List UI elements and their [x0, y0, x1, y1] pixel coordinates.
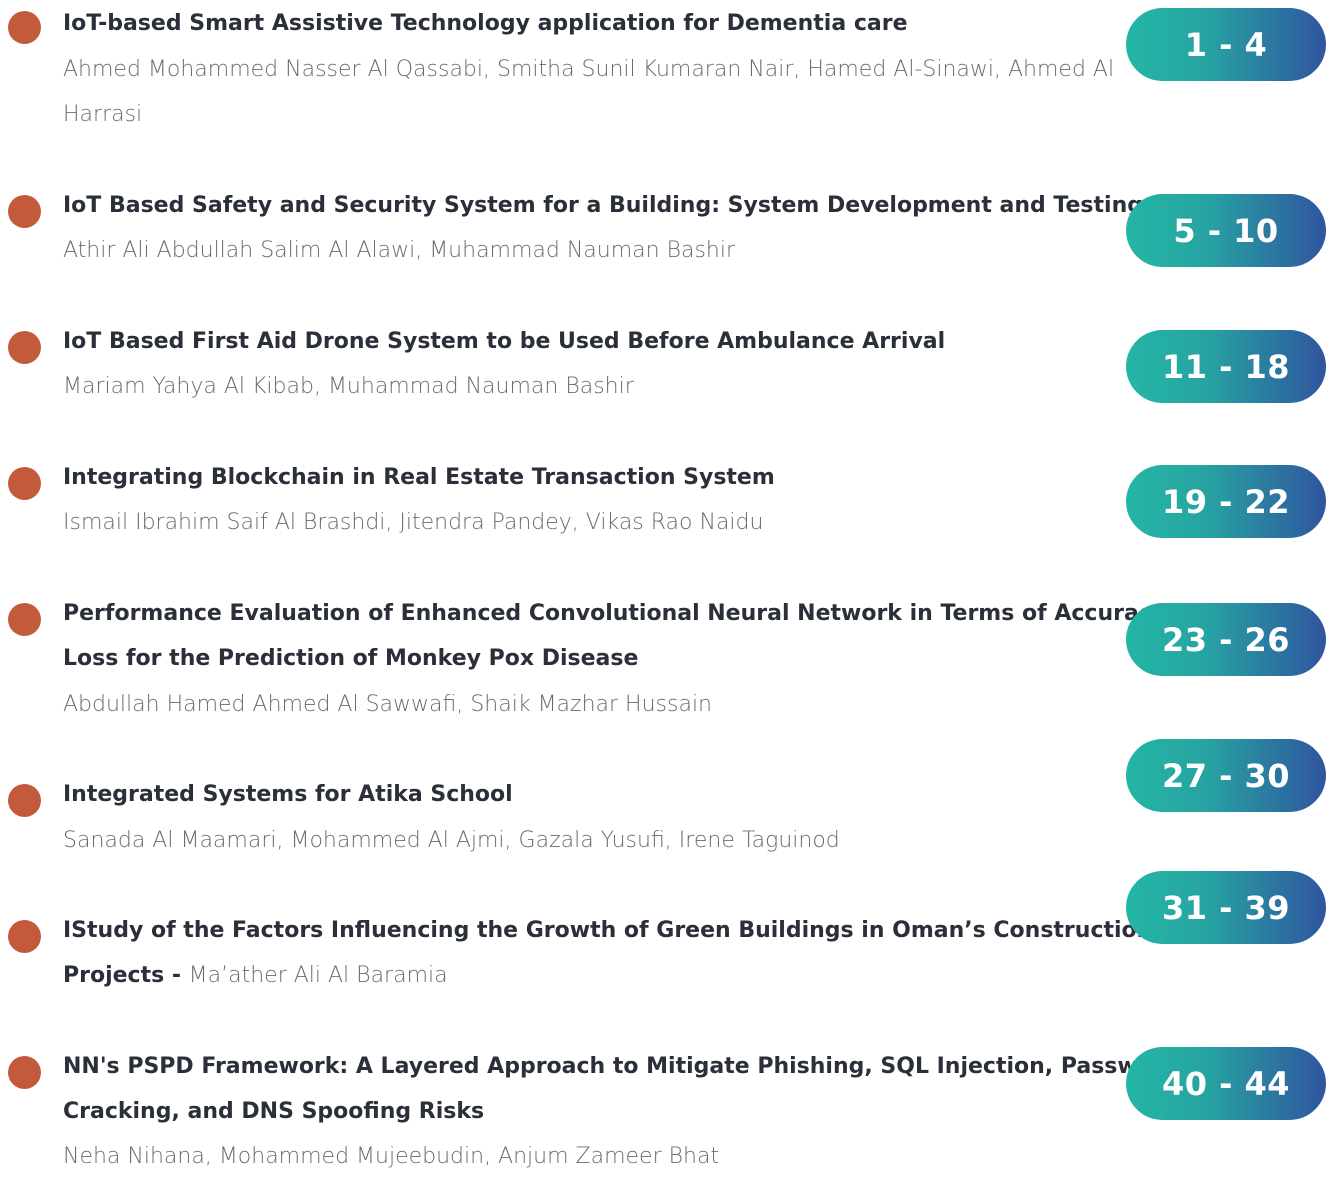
paper-title[interactable]: IoT Based Safety and Security System for…: [63, 183, 1143, 228]
paper-authors: Athir Ali Abdullah Salim Al Alawi, Muham…: [63, 238, 736, 263]
page-range-badge[interactable]: 23 - 26: [1126, 603, 1326, 676]
paper-title-continued[interactable]: Cracking, and DNS Spoofing Risks: [63, 1089, 1123, 1134]
paper-authors: Sanada Al Maamari, Mohammed Al Ajmi, Gaz…: [63, 828, 840, 853]
paper-title[interactable]: Integrating Blockchain in Real Estate Tr…: [63, 455, 1123, 500]
paper-title-tail[interactable]: Projects -: [63, 963, 189, 988]
page-range-badge[interactable]: 19 - 22: [1126, 465, 1326, 538]
paper-title[interactable]: Performance Evaluation of Enhanced Convo…: [63, 591, 1220, 636]
bullet-icon: [8, 603, 41, 636]
page-range-badge[interactable]: 40 - 44: [1126, 1047, 1326, 1120]
paper-authors: Ismail Ibrahim Saif Al Brashdi, Jitendra…: [63, 510, 764, 535]
paper-title-continued[interactable]: Projects - Ma’ather Ali Al Baramia: [63, 953, 1123, 998]
page-range-badge[interactable]: 11 - 18: [1126, 330, 1326, 403]
bullet-icon: [8, 467, 41, 500]
bullet-icon: [8, 784, 41, 817]
paper-authors: Ma’ather Ali Al Baramia: [188, 963, 448, 988]
page-range-badge[interactable]: 31 - 39: [1126, 871, 1326, 944]
bullet-icon: [8, 1056, 41, 1089]
paper-authors: Abdullah Hamed Ahmed Al Sawwafi, Shaik M…: [63, 692, 712, 717]
page-range-badge[interactable]: 1 - 4: [1126, 8, 1326, 81]
bullet-icon: [8, 331, 41, 364]
paper-title[interactable]: Integrated Systems for Atika School: [63, 772, 1123, 817]
page-range-badge[interactable]: 27 - 30: [1126, 739, 1326, 812]
paper-title[interactable]: IoT-based Smart Assistive Technology app…: [63, 1, 1123, 46]
bullet-icon: [8, 920, 41, 953]
paper-authors-continued: Harrasi: [63, 102, 143, 127]
paper-authors: Mariam Yahya Al Kibab, Muhammad Nauman B…: [63, 374, 634, 399]
paper-title-continued[interactable]: Loss for the Prediction of Monkey Pox Di…: [63, 636, 1123, 681]
bullet-icon: [8, 195, 41, 228]
paper-authors: Ahmed Mohammed Nasser Al Qassabi, Smitha…: [63, 57, 1115, 82]
page-range-badge[interactable]: 5 - 10: [1126, 194, 1326, 267]
bullet-icon: [8, 11, 41, 44]
paper-title[interactable]: IStudy of the Factors Influencing the Gr…: [63, 908, 1152, 953]
paper-authors: Neha Nihana, Mohammed Mujeebudin, Anjum …: [63, 1144, 720, 1169]
paper-title[interactable]: IoT Based First Aid Drone System to be U…: [63, 319, 1123, 364]
paper-title[interactable]: NN's PSPD Framework: A Layered Approach …: [63, 1044, 1179, 1089]
